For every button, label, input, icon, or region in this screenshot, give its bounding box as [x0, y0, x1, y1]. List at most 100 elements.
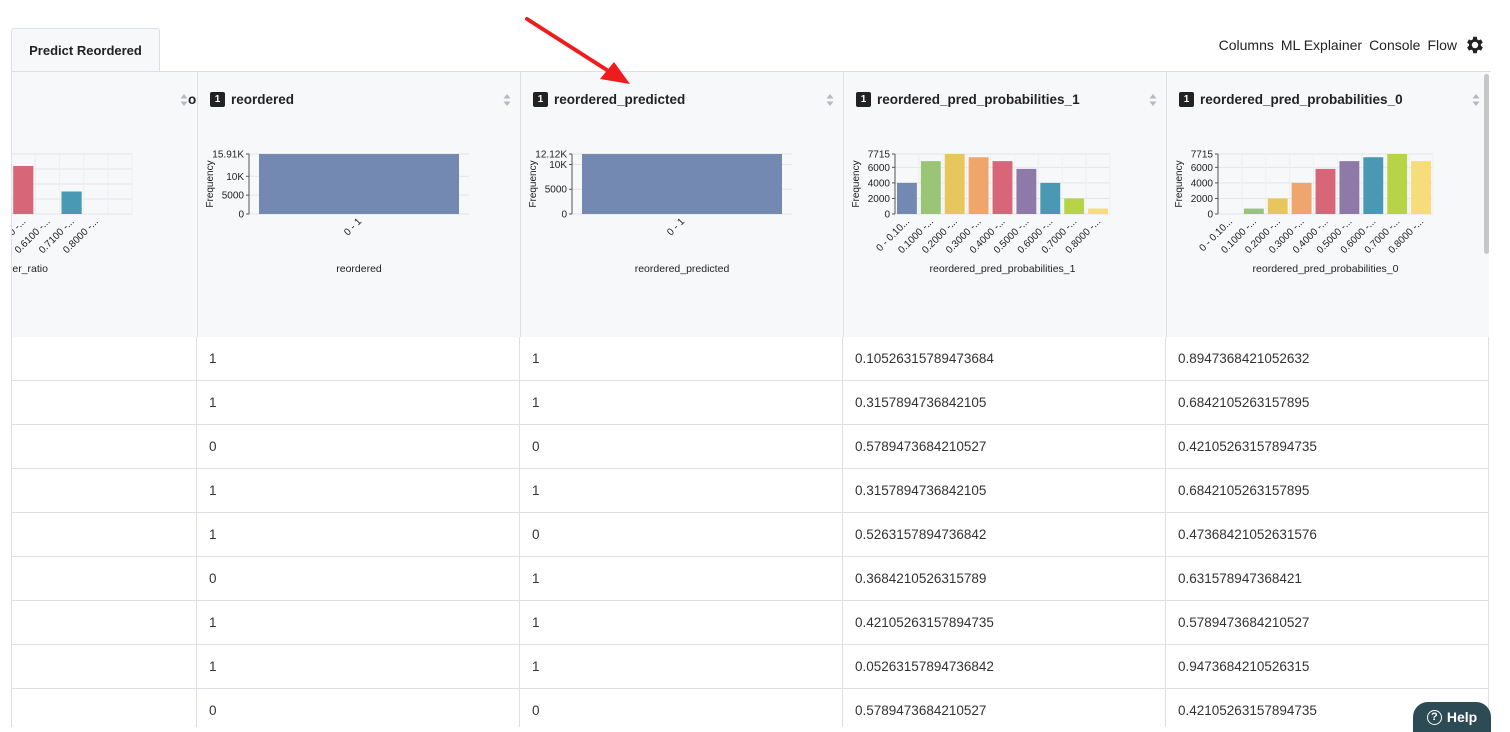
histogram-chart: 02000400060007715Frequency0 - 0.10...0.1… [851, 150, 1111, 275]
table-cell: 0 [197, 689, 520, 727]
grid-body: 1 1 0.10526315789473684 0.8947368421052632 1… [12, 337, 1489, 727]
y-tick-label: 5000 [545, 185, 568, 196]
y-axis-label: Frequency [205, 160, 216, 207]
table-cell: 1 [197, 513, 520, 556]
histogram-bar [582, 154, 782, 214]
column-title: 1 reordered_predicted [533, 92, 685, 107]
histogram-bar [1040, 182, 1061, 214]
sort-icon[interactable] [180, 93, 188, 107]
table-cell: 1 [520, 381, 843, 424]
table-cell: 0.6842105263157895 [1166, 469, 1489, 512]
table-cell: 1 [197, 337, 520, 380]
table-cell: 0.3157894736842105 [843, 381, 1166, 424]
histogram-bar [1387, 154, 1408, 214]
column-header[interactable]: 1 reordered_pred_probabilities_0 0 2000 4000… [1166, 72, 1489, 337]
flow-button[interactable]: Flow [1427, 37, 1457, 53]
vertical-scrollbar[interactable] [1484, 74, 1489, 254]
column-name: o [188, 92, 197, 107]
table-row[interactable]: 0 1 0.3684210526315789 0.631578947368421 [12, 557, 1489, 601]
column-title: 1 reordered [210, 92, 294, 107]
column-title: 1 reordered_pred_probabilities_0 [1179, 92, 1403, 107]
columns-button[interactable]: Columns [1219, 37, 1274, 53]
table-row[interactable]: 1 1 0.42105263157894735 0.5789473684210527 [12, 601, 1489, 645]
question-icon: ? [1426, 709, 1442, 725]
y-tick-label: 6000 [1191, 163, 1214, 174]
ml-explainer-button[interactable]: ML Explainer [1281, 37, 1362, 53]
table-cell: 0.9473684210526315 [1166, 645, 1489, 688]
table-cell [12, 469, 197, 512]
help-label: Help [1446, 709, 1478, 725]
table-row[interactable]: 1 0 0.5263157894736842 0.47368421052631576 [12, 513, 1489, 557]
console-button[interactable]: Console [1369, 37, 1420, 53]
table-row[interactable]: 0 0 0.5789473684210527 0.42105263157894735 [12, 689, 1489, 727]
column-header[interactable]: 1 reordered_predicted 0 5000 10K 12.12K Freque… [520, 72, 844, 337]
table-cell: 0.5263157894736842 [843, 513, 1166, 556]
y-tick-label: 7715 [868, 150, 891, 161]
table-cell: 0 [197, 425, 520, 468]
table-cell: 1 [197, 469, 520, 512]
table-cell: 1 [197, 381, 520, 424]
histogram-bar [1243, 208, 1264, 214]
table-cell [12, 645, 197, 688]
toolbar: Columns ML Explainer Console Flow [1219, 34, 1486, 56]
histogram-bar [1016, 168, 1037, 214]
histogram-bar [61, 191, 82, 214]
table-cell: 0 [520, 689, 843, 727]
y-tick-label: 0 [561, 210, 567, 221]
table-cell: 1 [520, 645, 843, 688]
column-header-row: o 00 -...0.5100 -...0.6100 -...0.7100 -..… [12, 72, 1489, 338]
tab-label: Predict Reordered [29, 43, 142, 58]
y-tick-label: 10K [549, 160, 567, 171]
table-row[interactable]: 1 1 0.3157894736842105 0.6842105263157895 [12, 469, 1489, 513]
tab-predict-reordered[interactable]: Predict Reordered [11, 28, 160, 72]
column-header[interactable]: o 00 -...0.5100 -...0.6100 -...0.7100 -..… [12, 72, 198, 337]
table-row[interactable]: 1 1 0.05263157894736842 0.9473684210526315 [12, 645, 1489, 689]
table-cell [12, 557, 197, 600]
sort-icon[interactable] [1472, 93, 1480, 107]
sort-icon[interactable] [826, 93, 834, 107]
x-axis-label: reordered_predicted [635, 263, 730, 275]
histogram-chart: 00 -...0.5100 -...0.6100 -...0.7100 -...… [12, 153, 133, 275]
data-grid: o 00 -...0.5100 -...0.6100 -...0.7100 -..… [11, 72, 1489, 727]
y-tick-label: 6000 [868, 163, 891, 174]
x-axis-label: reordered [336, 263, 382, 275]
y-tick-label: 4000 [1191, 178, 1214, 189]
table-cell: 0 [520, 513, 843, 556]
table-cell: 0 [520, 425, 843, 468]
help-button[interactable]: ? Help [1413, 702, 1491, 732]
sort-icon[interactable] [1149, 93, 1157, 107]
y-tick-label: 5000 [222, 191, 245, 202]
numeric-type-icon: 1 [210, 92, 225, 107]
sort-icon[interactable] [503, 93, 511, 107]
table-row[interactable]: 0 0 0.5789473684210527 0.42105263157894735 [12, 425, 1489, 469]
column-header[interactable]: 1 reordered_pred_probabilities_1 0 2000 4000… [843, 72, 1167, 337]
column-name: reordered_pred_probabilities_1 [877, 92, 1080, 107]
gear-icon[interactable] [1464, 34, 1486, 56]
table-cell [12, 601, 197, 644]
histogram-bar [1339, 161, 1360, 214]
table-row[interactable]: 1 1 0.10526315789473684 0.8947368421052632 [12, 337, 1489, 381]
histogram-bar [992, 161, 1013, 214]
histogram-bar [1291, 182, 1312, 214]
table-cell: 0.5789473684210527 [843, 425, 1166, 468]
histogram-bar [1267, 198, 1288, 214]
table-row[interactable]: 1 1 0.3157894736842105 0.6842105263157895 [12, 381, 1489, 425]
table-cell: 0.5789473684210527 [843, 689, 1166, 727]
histogram-bar [968, 157, 989, 214]
y-tick-label: 0 [238, 210, 244, 221]
histogram-bar [1064, 198, 1085, 214]
y-tick-label: 4000 [868, 178, 891, 189]
y-tick-label: 10K [226, 172, 244, 183]
table-cell: 0.631578947368421 [1166, 557, 1489, 600]
histogram-bar [1363, 157, 1384, 214]
table-cell: 0.5789473684210527 [1166, 601, 1489, 644]
table-cell: 0.3684210526315789 [843, 557, 1166, 600]
column-name: reordered_predicted [554, 92, 686, 107]
x-tick-label: 0 - 1 [665, 216, 687, 238]
table-cell: 1 [520, 601, 843, 644]
table-cell: 1 [520, 469, 843, 512]
histogram-bar [1315, 168, 1336, 214]
table-cell [12, 425, 197, 468]
column-header[interactable]: 1 reordered 0 5000 10K 15.91K Frequency 0 - 1 re… [197, 72, 521, 337]
table-cell [12, 513, 197, 556]
